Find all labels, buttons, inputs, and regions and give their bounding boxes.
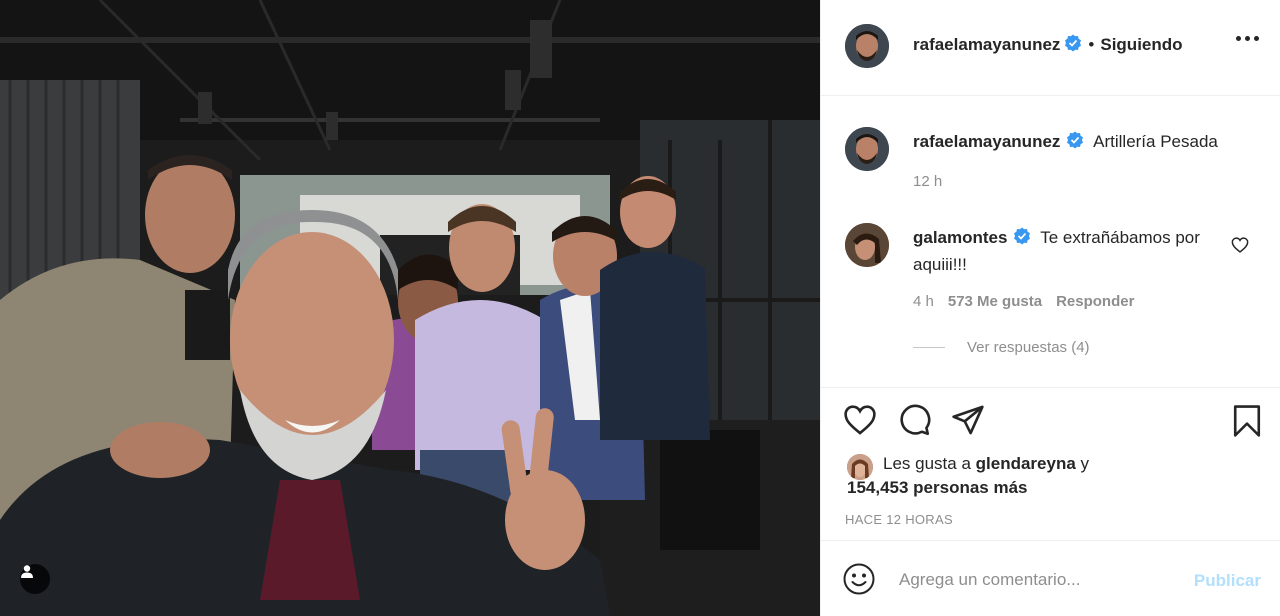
- following-button[interactable]: Siguiendo: [1100, 35, 1182, 54]
- comment-avatar[interactable]: [845, 223, 889, 267]
- add-comment-bar: Publicar: [821, 540, 1280, 616]
- author-avatar-image: [845, 24, 889, 68]
- comment-input[interactable]: [899, 565, 1179, 595]
- action-icons: [843, 404, 985, 436]
- comment-meta: 4 h 573 Me gusta Responder: [913, 293, 1134, 310]
- heart-icon: [1231, 237, 1249, 253]
- likes-line-1: Les gusta a glendareyna y: [883, 452, 1089, 476]
- caption-text: Artillería Pesada: [1093, 132, 1218, 151]
- heart-icon[interactable]: [843, 404, 877, 436]
- share-icon[interactable]: [951, 404, 985, 436]
- selfie-image: [0, 0, 820, 616]
- likes-and: y: [1080, 454, 1090, 473]
- liker-username[interactable]: glendareyna: [976, 454, 1076, 473]
- comment-time[interactable]: 4 h: [913, 293, 934, 310]
- user-tag-button[interactable]: [20, 564, 50, 594]
- liker-avatar[interactable]: [847, 454, 873, 480]
- emoji-icon: [843, 563, 875, 595]
- publish-button[interactable]: Publicar: [1194, 571, 1261, 591]
- bookmark-icon: [1233, 405, 1261, 437]
- likes-summary: Les gusta a glendareyna y 154,453 person…: [847, 452, 1089, 500]
- replies-divider: [913, 347, 945, 348]
- comment-like-button[interactable]: [1231, 237, 1249, 258]
- view-replies-label: Ver respuestas (4): [967, 339, 1090, 356]
- reply-button[interactable]: Responder: [1056, 293, 1134, 310]
- comments-list: rafaelamayanunez Artillería Pesada 12 h …: [821, 97, 1280, 387]
- post-side-panel: rafaelamayanunez • Siguiendo rafaelamayanu…: [820, 0, 1280, 616]
- comment-author[interactable]: galamontes: [913, 228, 1007, 247]
- verified-icon: [1064, 34, 1082, 57]
- user-tag-icon: [21, 565, 33, 578]
- emoji-button[interactable]: [843, 563, 875, 600]
- verified-icon: [1066, 131, 1084, 156]
- avatar[interactable]: [845, 24, 889, 68]
- comment: galamontes Te extrañábamos por aquiii!!!: [913, 225, 1223, 277]
- more-options-button[interactable]: [1236, 36, 1259, 41]
- post-photo[interactable]: [0, 0, 820, 616]
- comment-icon[interactable]: [897, 404, 931, 436]
- likes-count[interactable]: 154,453 personas más: [847, 478, 1028, 497]
- post-author-username[interactable]: rafaelamayanunez: [913, 35, 1060, 54]
- liker-avatar-image: [847, 454, 873, 480]
- caption-author[interactable]: rafaelamayanunez: [913, 132, 1060, 151]
- save-button[interactable]: [1231, 404, 1263, 443]
- post-timestamp[interactable]: HACE 12 HORAS: [845, 512, 953, 527]
- post-author-line: rafaelamayanunez • Siguiendo: [913, 34, 1183, 57]
- separator-dot: •: [1088, 35, 1095, 54]
- post-header: rafaelamayanunez • Siguiendo: [821, 0, 1280, 96]
- verified-icon: [1013, 227, 1031, 252]
- caption: rafaelamayanunez Artillería Pesada: [913, 129, 1218, 156]
- likes-line-2: 154,453 personas más: [847, 476, 1089, 500]
- caption-time[interactable]: 12 h: [913, 173, 942, 190]
- likes-prefix: Les gusta a: [883, 454, 971, 473]
- view-replies-button[interactable]: Ver respuestas (4): [913, 339, 1090, 356]
- caption-avatar[interactable]: [845, 127, 889, 171]
- author-avatar-image: [845, 127, 889, 171]
- commenter-avatar-image: [845, 223, 889, 267]
- comment-likes[interactable]: 573 Me gusta: [948, 293, 1042, 310]
- more-icon: [1236, 36, 1241, 41]
- post-actions: Les gusta a glendareyna y 154,453 person…: [821, 387, 1280, 540]
